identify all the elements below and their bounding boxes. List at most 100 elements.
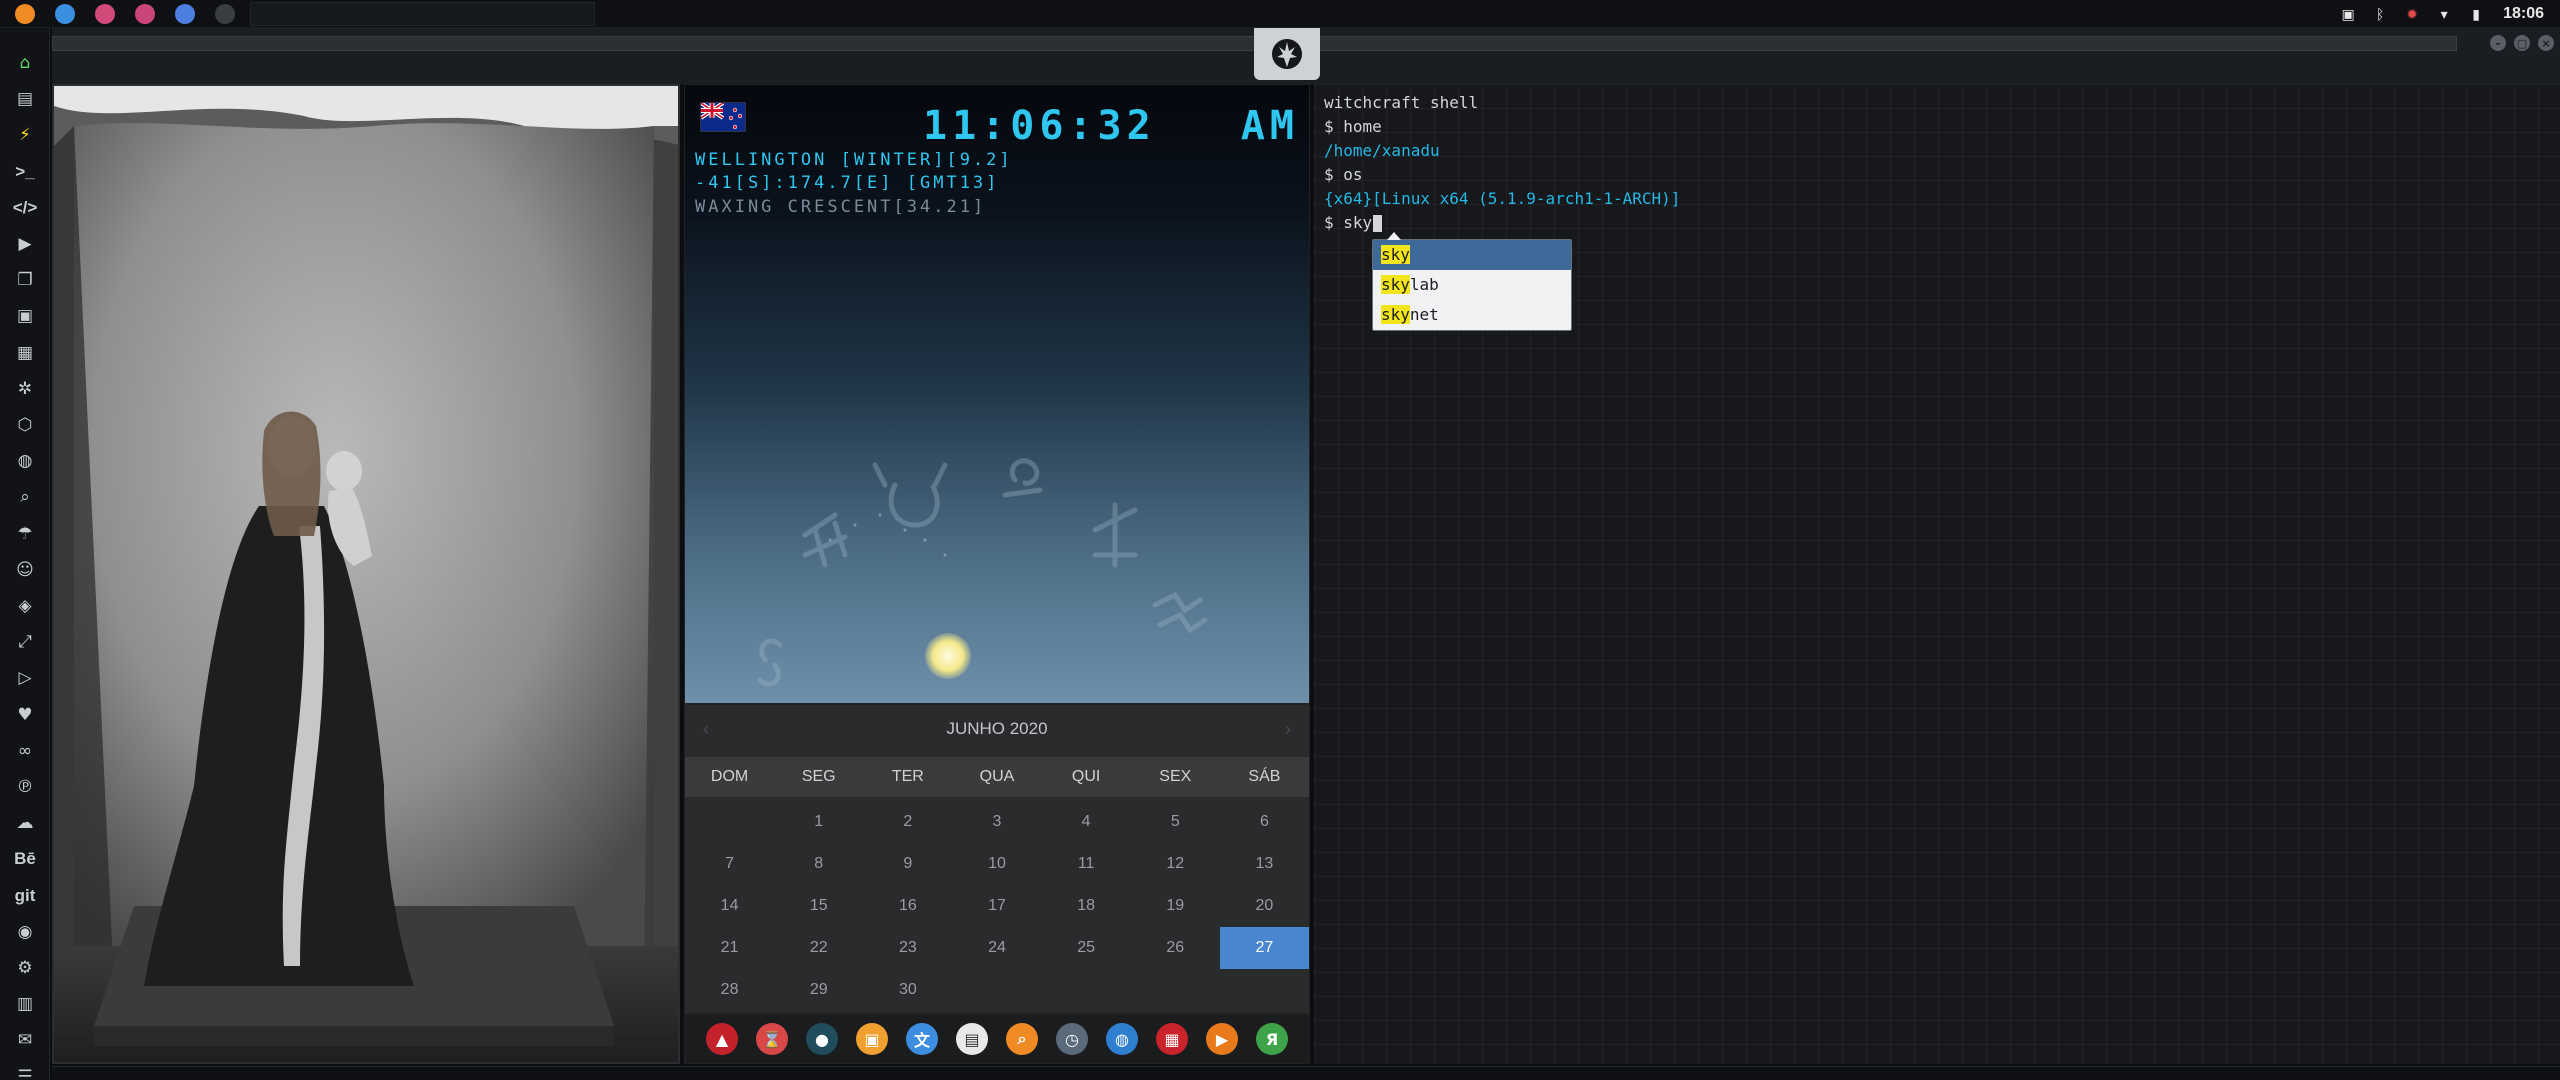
translate-icon[interactable]: 文 <box>906 1023 938 1055</box>
calendar-day-empty <box>685 801 774 843</box>
pinterest-icon[interactable]: ℗ <box>8 772 42 802</box>
calendar-day[interactable]: 9 <box>863 843 952 885</box>
app-red-icon[interactable]: ▲ <box>706 1023 738 1055</box>
yandex-icon[interactable]: Я <box>1256 1023 1288 1055</box>
witchcraft-terminal[interactable]: witchcraft shell $ home /home/xanadu $ o… <box>1314 84 2560 1064</box>
settings-icon[interactable]: ⚙ <box>8 953 42 983</box>
contact-icon[interactable]: ☺ <box>8 555 42 585</box>
workspace-window-icon[interactable] <box>208 2 242 26</box>
workspace-app-pink-2-icon[interactable] <box>128 2 162 26</box>
calendar-day[interactable]: 3 <box>952 801 1041 843</box>
terminal-title: witchcraft shell <box>1324 93 1479 112</box>
lightning-icon[interactable]: ⚡ <box>8 120 42 150</box>
bluetooth-icon[interactable]: ᛒ <box>2371 6 2389 22</box>
cloud-icon[interactable]: ☁ <box>8 808 42 838</box>
battery-icon[interactable]: ▮ <box>2467 6 2485 22</box>
umbrella-icon[interactable]: ☂ <box>8 519 42 549</box>
calendar-day[interactable]: 11 <box>1042 843 1131 885</box>
hourglass-icon[interactable]: ⌛ <box>756 1023 788 1055</box>
tag-icon[interactable]: ◈ <box>8 591 42 621</box>
photos-icon[interactable]: ▣ <box>856 1023 888 1055</box>
maximize-button[interactable]: ▢ <box>2514 35 2530 51</box>
calendar-day[interactable]: 2 <box>863 801 952 843</box>
calendar-day[interactable]: 7 <box>685 843 774 885</box>
wifi-icon[interactable]: ▾ <box>2435 6 2453 22</box>
workspace-app-pink-1-icon[interactable] <box>88 2 122 26</box>
code-icon[interactable]: </> <box>8 193 42 223</box>
calendar-day[interactable]: 15 <box>774 885 863 927</box>
calendar-day[interactable]: 4 <box>1042 801 1131 843</box>
calendar-day[interactable]: 24 <box>952 927 1041 969</box>
calendar-day[interactable]: 13 <box>1220 843 1309 885</box>
workspace-files-icon[interactable] <box>48 2 82 26</box>
clock[interactable]: 18:06 <box>2503 5 2544 23</box>
calendar-day[interactable]: 16 <box>863 885 952 927</box>
calendar-day[interactable]: 1 <box>774 801 863 843</box>
aperture-icon[interactable]: ✲ <box>8 374 42 404</box>
prompt-input-text[interactable]: $ sky <box>1324 213 1372 232</box>
prev-month-button[interactable]: ‹ <box>703 719 709 740</box>
autocomplete-item[interactable]: sky <box>1373 240 1571 270</box>
globe-dark-icon[interactable]: ● <box>806 1023 838 1055</box>
home-icon[interactable]: ⌂ <box>8 48 42 78</box>
mail-icon[interactable]: ✉ <box>8 1025 42 1055</box>
calendar-day[interactable]: 27 <box>1219 927 1309 969</box>
news-icon[interactable]: ▦ <box>8 338 42 368</box>
play-icon[interactable]: ▶ <box>8 229 42 259</box>
network-icon[interactable]: ⬡ <box>8 410 42 440</box>
virus-icon[interactable]: ✹ <box>2403 6 2421 22</box>
terminal-icon[interactable]: >_ <box>8 157 42 187</box>
calendar-day-empty <box>1220 969 1309 1011</box>
behance-icon[interactable]: Bē <box>8 844 42 874</box>
image-icon[interactable]: ▣ <box>8 301 42 331</box>
clock-app-icon[interactable]: ◷ <box>1056 1023 1088 1055</box>
workspace-sublime-icon[interactable] <box>8 2 42 26</box>
calendar-day[interactable]: 25 <box>1042 927 1131 969</box>
document-icon[interactable]: ▤ <box>8 84 42 114</box>
window-titlebar: – ▢ × <box>52 28 2560 84</box>
autocomplete-item[interactable]: skynet <box>1373 300 1571 330</box>
aquarius-icon <box>1152 591 1208 634</box>
calendar-day[interactable]: 8 <box>774 843 863 885</box>
calendar-day[interactable]: 19 <box>1131 885 1220 927</box>
calendar-date-icon[interactable]: ▦ <box>1156 1023 1188 1055</box>
youtube-icon[interactable]: ▷ <box>8 663 42 693</box>
search-app-icon[interactable]: ⌕ <box>1006 1023 1038 1055</box>
minimize-button[interactable]: – <box>2490 35 2506 51</box>
map-icon[interactable]: ▥ <box>8 989 42 1019</box>
github-icon[interactable]: ◉ <box>8 917 42 947</box>
calendar-day[interactable]: 5 <box>1131 801 1220 843</box>
calendar-day[interactable]: 12 <box>1131 843 1220 885</box>
calendar-day[interactable]: 23 <box>863 927 952 969</box>
close-button[interactable]: × <box>2538 35 2554 51</box>
terminal-prompt[interactable]: $ sky <box>1324 212 1383 234</box>
calendar-day[interactable]: 6 <box>1220 801 1309 843</box>
heart-icon[interactable]: ♥ <box>8 700 42 730</box>
next-month-button[interactable]: › <box>1285 719 1291 740</box>
calendar-day[interactable]: 21 <box>685 927 774 969</box>
calendar-day[interactable]: 14 <box>685 885 774 927</box>
web-icon[interactable]: ◍ <box>1106 1023 1138 1055</box>
calendar-day[interactable]: 30 <box>863 969 952 1011</box>
pages-icon[interactable]: ❐ <box>8 265 42 295</box>
calendar-day[interactable]: 18 <box>1042 885 1131 927</box>
autocomplete-item[interactable]: skylab <box>1373 270 1571 300</box>
calendar-day[interactable]: 20 <box>1220 885 1309 927</box>
calendar-day[interactable]: 17 <box>952 885 1041 927</box>
taskbar-strip[interactable] <box>250 2 595 26</box>
image-icon[interactable]: ▣ <box>2339 6 2357 22</box>
calendar-day[interactable]: 10 <box>952 843 1041 885</box>
calendar-day[interactable]: 28 <box>685 969 774 1011</box>
workspace-chromium-icon[interactable] <box>168 2 202 26</box>
calendar-day[interactable]: 26 <box>1131 927 1220 969</box>
git-icon[interactable]: git <box>8 881 42 911</box>
globe-icon[interactable]: ◍ <box>8 446 42 476</box>
arrow-app-icon[interactable]: ▶ <box>1206 1023 1238 1055</box>
calendar-app-icon[interactable]: ▤ <box>956 1023 988 1055</box>
search-icon[interactable]: ⌕ <box>8 482 42 512</box>
calendar-day[interactable]: 22 <box>774 927 863 969</box>
calendar-day[interactable]: 29 <box>774 969 863 1011</box>
expand-icon[interactable]: ⤢ <box>8 627 42 657</box>
link-icon[interactable]: ∞ <box>8 736 42 766</box>
server-icon[interactable]: ☰ <box>8 1062 42 1080</box>
